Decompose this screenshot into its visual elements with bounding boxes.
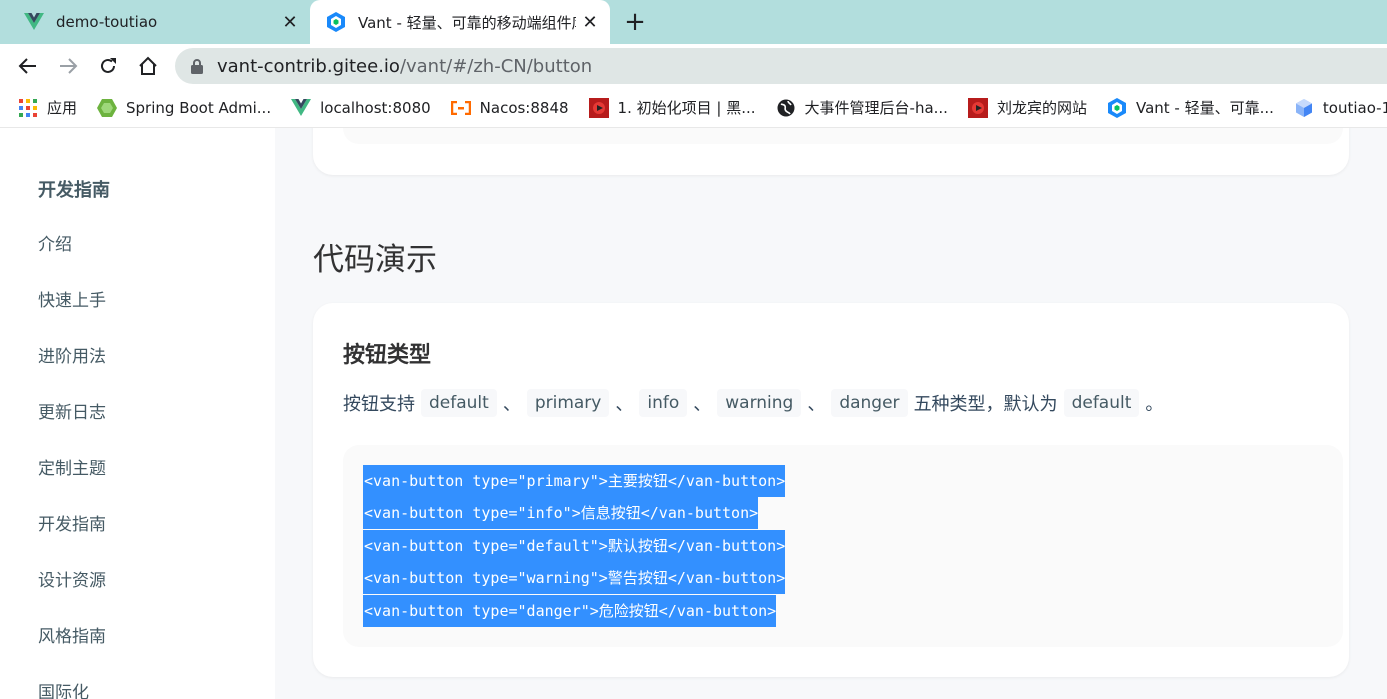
- forward-arrow-icon: [60, 58, 78, 74]
- sidebar-item-theme[interactable]: 定制主题: [38, 454, 106, 479]
- sidebar-group-title: 开发指南: [38, 180, 110, 201]
- bookmark-apps[interactable]: 应用: [18, 97, 77, 118]
- apps-grid-icon: [18, 98, 38, 118]
- bookmark-label: 应用: [47, 99, 78, 117]
- lock-icon[interactable]: [191, 58, 203, 74]
- type-code: primary: [526, 389, 610, 417]
- code-line[interactable]: <van-button type="warning">警告按钮</van-but…: [363, 562, 786, 594]
- desc-middle: 五种类型，默认为: [913, 394, 1058, 415]
- nacos-icon: [450, 98, 471, 118]
- heima-icon: [588, 97, 609, 118]
- spring-boot-admin-icon: [97, 98, 118, 118]
- separator: 、: [502, 394, 521, 415]
- reload-icon: [101, 58, 116, 73]
- separator: 、: [615, 394, 634, 415]
- sidebar-item-quickstart[interactable]: 快速上手: [38, 286, 106, 311]
- new-tab-button[interactable]: +: [620, 7, 650, 37]
- type-code: default: [421, 389, 497, 417]
- section-title: 代码演示: [313, 242, 437, 278]
- bookmark-label: Nacos:8848: [479, 98, 569, 117]
- vue-icon: [24, 12, 44, 32]
- vant-icon: [326, 12, 346, 32]
- browser-toolbar: vant-contrib.gitee.io/vant/#/zh-CN/butto…: [0, 44, 1387, 88]
- previous-code-block: [343, 128, 1343, 144]
- forward-button[interactable]: [53, 51, 83, 81]
- card-description: 按钮支持 default 、 primary 、 info 、 warning …: [343, 389, 1163, 417]
- demo-card: 按钮类型 按钮支持 default 、 primary 、 info 、 war…: [313, 303, 1349, 677]
- bookmark-label: Spring Boot Admi...: [126, 98, 272, 117]
- sidebar-item-design[interactable]: 设计资源: [38, 566, 106, 591]
- cube-icon: [1294, 98, 1314, 118]
- code-line[interactable]: <van-button type="primary">主要按钮</van-but…: [363, 465, 786, 497]
- tab-title: demo-toutiao: [56, 13, 158, 31]
- bookmark-label: Vant - 轻量、可靠...: [1135, 99, 1274, 117]
- code-line[interactable]: <van-button type="info">信息按钮</van-button…: [363, 497, 759, 529]
- type-code: info: [639, 389, 688, 417]
- sidebar-item-intro[interactable]: 介绍: [38, 230, 72, 255]
- sidebar-item-changelog[interactable]: 更新日志: [38, 398, 106, 423]
- sidebar-item-contribution[interactable]: 开发指南: [38, 510, 106, 535]
- bookmark-label: 大事件管理后台-ha...: [804, 99, 948, 117]
- tab-vant[interactable]: Vant - 轻量、可靠的移动端组件库 ✕: [310, 0, 610, 44]
- close-tab-icon[interactable]: ✕: [576, 8, 604, 36]
- url-host: vant-contrib.gitee.io: [217, 55, 400, 77]
- bookmark-vant[interactable]: Vant - 轻量、可靠...: [1107, 97, 1274, 118]
- vant-icon: [1107, 97, 1127, 118]
- bookmark-label: 刘龙宾的网站: [996, 99, 1087, 117]
- back-button[interactable]: [13, 51, 43, 81]
- bookmark-label: toutiao-129: [1322, 98, 1387, 117]
- sidebar-item-style-guide[interactable]: 风格指南: [38, 622, 106, 647]
- bookmark-spring-boot-admin[interactable]: Spring Boot Admi...: [97, 98, 271, 118]
- code-line[interactable]: <van-button type="danger">危险按钮</van-butt…: [363, 595, 777, 627]
- tab-title: Vant - 轻量、可靠的移动端组件库: [358, 13, 576, 32]
- home-icon: [139, 56, 157, 75]
- previous-card: [313, 128, 1349, 175]
- type-code: default: [1063, 389, 1140, 417]
- code-line[interactable]: <van-button type="default">默认按钮</van-but…: [363, 530, 786, 562]
- bookmarks-bar: 应用 Spring Boot Admi... localhost:8080 Na…: [0, 88, 1387, 128]
- separator: 、: [807, 394, 826, 415]
- reload-button[interactable]: [93, 51, 123, 81]
- sidebar-item-i18n[interactable]: 国际化: [38, 678, 89, 699]
- bookmark-init-project[interactable]: 1. 初始化项目 | 黑...: [588, 97, 756, 118]
- bookmark-localhost[interactable]: localhost:8080: [291, 98, 431, 118]
- card-title: 按钮类型: [343, 343, 432, 368]
- separator: 、: [693, 394, 712, 415]
- tab-demo-toutiao[interactable]: demo-toutiao ✕: [0, 0, 310, 44]
- doc-main: 代码演示 按钮类型 按钮支持 default 、 primary 、 info …: [275, 128, 1387, 699]
- type-code: warning: [717, 389, 802, 417]
- page-content: 开发指南 介绍 快速上手 进阶用法 更新日志 定制主题 开发指南 设计资源 风格…: [0, 128, 1387, 699]
- bookmark-big-event[interactable]: 大事件管理后台-ha...: [776, 97, 948, 118]
- tab-strip: demo-toutiao ✕ Vant - 轻量、可靠的移动端组件库 ✕ +: [0, 0, 1387, 44]
- bookmark-label: localhost:8080: [320, 98, 431, 117]
- address-bar[interactable]: vant-contrib.gitee.io/vant/#/zh-CN/butto…: [175, 48, 1387, 84]
- bookmark-liulongbin[interactable]: 刘龙宾的网站: [967, 97, 1087, 118]
- url-path: /vant/#/zh-CN/button: [399, 55, 593, 77]
- desc-prefix: 按钮支持: [343, 394, 415, 415]
- bookmark-nacos[interactable]: Nacos:8848: [450, 98, 569, 118]
- close-tab-icon[interactable]: ✕: [276, 8, 304, 36]
- heima-icon: [967, 97, 988, 118]
- desc-end: 。: [1145, 394, 1164, 415]
- bookmark-label: 1. 初始化项目 | 黑...: [617, 99, 756, 117]
- back-arrow-icon: [18, 58, 36, 74]
- docs-sidebar: 开发指南 介绍 快速上手 进阶用法 更新日志 定制主题 开发指南 设计资源 风格…: [0, 128, 275, 699]
- sidebar-item-advanced[interactable]: 进阶用法: [38, 342, 106, 367]
- home-button[interactable]: [133, 51, 163, 81]
- bookmark-toutiao[interactable]: toutiao-129: [1294, 98, 1387, 118]
- vue-icon: [291, 98, 312, 118]
- code-block[interactable]: <van-button type="primary">主要按钮</van-but…: [343, 445, 1343, 647]
- type-code: danger: [831, 389, 908, 417]
- globe-icon: [776, 98, 796, 118]
